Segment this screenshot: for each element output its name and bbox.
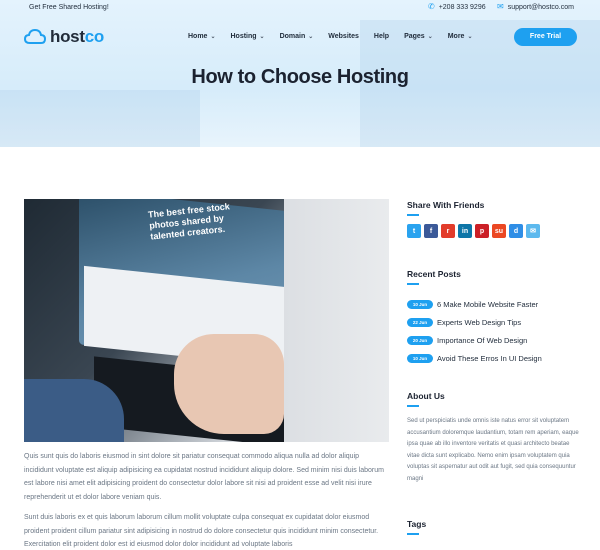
brand-name: hostco [50, 27, 104, 46]
delicious-icon[interactable]: d [509, 224, 523, 238]
phone-contact[interactable]: ✆ +208 333 9296 [428, 3, 486, 11]
hero-banner: Get Free Shared Hosting! ✆ +208 333 9296… [0, 0, 600, 147]
main-nav: Home ⌄ Hosting ⌄ Domain ⌄ Websites Help Pag… [188, 33, 487, 40]
date-badge: 22 Jun [407, 317, 433, 327]
nav-item-home[interactable]: Home ⌄ [188, 33, 215, 40]
topbar: Get Free Shared Hosting! ✆ +208 333 9296… [0, 0, 600, 18]
list-item[interactable]: 10 Jun Avoid These Erros In UI Design [407, 349, 542, 367]
article-paragraph: Quis sunt quis do laboris eiusmod in sin… [24, 453, 384, 501]
post-title[interactable]: Importance Of Web Design [437, 336, 527, 345]
hero-background-shape [0, 90, 200, 147]
email-contact[interactable]: ✉ support@hostco.com [497, 3, 574, 11]
mail-icon: ✉ [497, 2, 504, 11]
phone-icon: ✆ [428, 2, 435, 11]
date-badge: 10 Jun [407, 353, 433, 363]
chevron-down-icon: ⌄ [427, 34, 433, 40]
pinterest-icon[interactable]: p [475, 224, 489, 238]
tags-heading: Tags [407, 519, 427, 535]
free-trial-button[interactable]: Free Trial [514, 28, 577, 46]
jeans-shape [24, 379, 124, 442]
list-item[interactable]: 22 Jun Experts Web Design Tips [407, 313, 542, 331]
nav-item-more[interactable]: More ⌄ [448, 33, 473, 40]
logo[interactable]: hostco [24, 27, 104, 47]
list-item[interactable]: 20 Jun Importance Of Web Design [407, 331, 542, 349]
recent-posts-list: 10 Jun 6 Make Mobile Website Faster 22 J… [407, 295, 542, 367]
chevron-down-icon: ⌄ [210, 34, 216, 40]
nav-item-websites[interactable]: Websites [328, 33, 359, 40]
date-badge: 20 Jun [407, 335, 433, 345]
twitter-icon[interactable]: t [407, 224, 421, 238]
email-icon[interactable]: ✉ [526, 224, 540, 238]
linkedin-icon[interactable]: in [458, 224, 472, 238]
page-title: How to Choose Hosting [191, 66, 409, 88]
nav-item-domain[interactable]: Domain ⌄ [280, 33, 314, 40]
social-share-buttons: t f r in p su d ✉ [407, 224, 540, 238]
post-title[interactable]: Avoid These Erros In UI Design [437, 354, 542, 363]
nav-item-hosting[interactable]: Hosting ⌄ [230, 33, 264, 40]
article-paragraph: Sunt duis laboris ex et quis laborum lab… [24, 514, 379, 548]
cloud-icon [24, 29, 46, 44]
phone-number: +208 333 9296 [438, 3, 486, 11]
about-text: Sed ut perspiciatis unde omnis iste natu… [407, 418, 579, 482]
about-heading: About Us [407, 391, 445, 407]
nav-item-pages[interactable]: Pages ⌄ [404, 33, 433, 40]
recent-posts-heading: Recent Posts [407, 269, 461, 285]
nav-item-help[interactable]: Help [374, 33, 389, 40]
promo-text[interactable]: Get Free Shared Hosting! [29, 4, 109, 11]
sleeve-shape [284, 199, 389, 442]
chevron-down-icon: ⌄ [467, 34, 473, 40]
date-badge: 10 Jun [407, 299, 433, 309]
reddit-icon[interactable]: r [441, 224, 455, 238]
facebook-icon[interactable]: f [424, 224, 438, 238]
share-heading: Share With Friends [407, 200, 485, 216]
chevron-down-icon: ⌄ [259, 34, 265, 40]
hand-shape [174, 334, 284, 434]
post-title[interactable]: Experts Web Design Tips [437, 318, 521, 327]
post-title[interactable]: 6 Make Mobile Website Faster [437, 300, 538, 309]
article-featured-image: The best free stock photos shared by tal… [24, 199, 389, 442]
list-item[interactable]: 10 Jun 6 Make Mobile Website Faster [407, 295, 542, 313]
email-address: support@hostco.com [507, 3, 574, 11]
stumbleupon-icon[interactable]: su [492, 224, 506, 238]
chevron-down-icon: ⌄ [308, 34, 314, 40]
